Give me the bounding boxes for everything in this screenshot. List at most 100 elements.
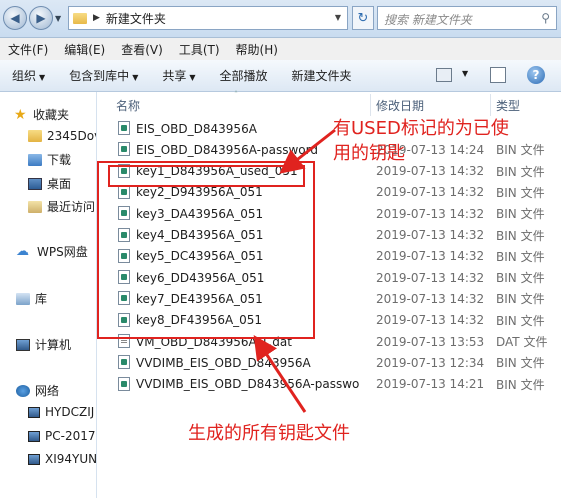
- back-button[interactable]: ◀: [3, 6, 27, 30]
- folder-icon: [28, 130, 42, 142]
- bin-file-icon: [118, 355, 130, 370]
- help-icon[interactable]: ?: [527, 66, 545, 84]
- menu-tools[interactable]: 工具(T): [171, 41, 228, 58]
- share-button[interactable]: 共享 ▼: [150, 67, 207, 84]
- nav-wps-label: WPS网盘: [37, 245, 88, 259]
- view-dropdown-icon[interactable]: ▼: [462, 69, 468, 78]
- file-name: EIS_OBD_D843956A-password: [136, 142, 318, 157]
- file-type: BIN 文件: [496, 164, 545, 179]
- recent-places-icon: [28, 200, 42, 213]
- menu-edit[interactable]: 编辑(E): [56, 41, 113, 58]
- file-type: BIN 文件: [496, 377, 545, 392]
- search-icon: ⚲: [541, 11, 550, 25]
- include-label: 包含到库中: [69, 69, 130, 83]
- share-label: 共享: [162, 69, 187, 83]
- change-view-icon[interactable]: [436, 68, 452, 82]
- file-name: VVDIMB_EIS_OBD_D843956A: [136, 355, 311, 370]
- file-date: 2019-07-13 14:32: [376, 313, 485, 328]
- new-folder-button[interactable]: 新建文件夹: [280, 67, 364, 84]
- sort-arrow-icon: ˄: [234, 90, 238, 99]
- menu-bar: 文件(F) 编辑(E) 查看(V) 工具(T) 帮助(H): [0, 38, 561, 60]
- file-date: 2019-07-13 14:32: [376, 185, 485, 200]
- nav-host[interactable]: XI94YUN: [28, 452, 97, 466]
- file-date: 2019-07-13 14:32: [376, 206, 485, 221]
- column-name-label: 名称: [116, 98, 141, 113]
- chevron-down-icon: ▼: [39, 73, 46, 82]
- nav-item-recent[interactable]: 最近访问: [28, 198, 95, 215]
- nav-network[interactable]: 网络: [16, 382, 59, 399]
- file-type: BIN 文件: [496, 292, 545, 307]
- column-divider[interactable]: [490, 94, 491, 116]
- file-date: 2019-07-13 14:32: [376, 249, 485, 264]
- refresh-button[interactable]: ↻: [352, 6, 374, 30]
- include-in-library-button[interactable]: 包含到库中 ▼: [57, 67, 150, 84]
- bin-file-icon: [118, 142, 130, 157]
- refresh-icon: ↻: [357, 10, 369, 26]
- file-date: 2019-07-13 14:32: [376, 228, 485, 242]
- network-computer-icon: [28, 430, 40, 442]
- play-all-button[interactable]: 全部播放: [208, 67, 280, 84]
- library-icon: [16, 292, 30, 305]
- file-type: BIN 文件: [496, 249, 545, 264]
- path-chevron-icon[interactable]: ▶: [93, 13, 100, 23]
- file-type: BIN 文件: [496, 356, 545, 371]
- all-keys-highlight-box: [97, 161, 315, 339]
- search-input[interactable]: 搜索 新建文件夹 ⚲: [377, 6, 557, 30]
- nav-item-desktop[interactable]: 桌面: [28, 175, 71, 192]
- file-date: 2019-07-13 14:32: [376, 270, 485, 285]
- path-dropdown-icon[interactable]: ▼: [335, 13, 341, 22]
- nav-computer[interactable]: 计算机: [16, 336, 71, 353]
- navigation-pane: ★ 收藏夹 2345Dov 下载 桌面 最近访问 ☁ WPS网盘 库 计算机 网…: [0, 92, 97, 498]
- nav-favorites[interactable]: ★ 收藏夹: [14, 106, 69, 123]
- organize-button[interactable]: 组织 ▼: [0, 67, 57, 84]
- file-name: VVDIMB_EIS_OBD_D843956A-passwo: [136, 377, 360, 392]
- nav-host-label: XI94YUN: [45, 452, 97, 466]
- nav-host-label: HYDCZIJ: [45, 405, 95, 419]
- file-type: BIN 文件: [496, 207, 545, 222]
- column-header-date[interactable]: 修改日期: [376, 92, 486, 118]
- column-type-label: 类型: [496, 98, 521, 113]
- cloud-icon: ☁: [16, 244, 29, 259]
- used-key-note-line1: 有USED标记的为已使: [333, 118, 509, 139]
- file-type: BIN 文件: [496, 313, 545, 328]
- menu-view[interactable]: 查看(V): [113, 41, 171, 58]
- recent-pages-dropdown-icon[interactable]: ▼: [55, 14, 61, 23]
- computer-icon: [16, 338, 30, 351]
- desktop-icon: [28, 177, 42, 190]
- search-placeholder: 搜索 新建文件夹: [384, 13, 472, 27]
- file-date: 2019-07-13 13:53: [376, 334, 485, 349]
- back-arrow-icon: ◀: [10, 11, 20, 25]
- file-row[interactable]: VVDIMB_EIS_OBD_D843956A 2019-07-13 12:34 B…: [98, 352, 561, 373]
- bin-file-icon: [118, 376, 130, 391]
- column-divider[interactable]: [370, 94, 371, 116]
- file-type: BIN 文件: [496, 185, 545, 200]
- nav-item-downloads[interactable]: 下载: [28, 151, 71, 168]
- used-key-highlight-box: [108, 165, 305, 187]
- column-date-label: 修改日期: [376, 98, 425, 113]
- menu-file[interactable]: 文件(F): [0, 41, 56, 58]
- nav-host[interactable]: PC-2017: [28, 429, 95, 443]
- menu-help[interactable]: 帮助(H): [228, 41, 286, 58]
- nav-library[interactable]: 库: [16, 290, 47, 307]
- nav-host[interactable]: HYDCZIJ: [28, 405, 94, 419]
- column-header-type[interactable]: 类型: [496, 92, 556, 118]
- chevron-down-icon: ▼: [132, 73, 139, 82]
- file-type: BIN 文件: [496, 228, 545, 243]
- nav-library-label: 库: [35, 292, 48, 306]
- nav-favorites-label: 收藏夹: [33, 108, 70, 122]
- network-icon: [16, 384, 30, 397]
- star-icon: ★: [14, 106, 27, 123]
- path-box[interactable]: ▶ 新建文件夹 ▼: [68, 6, 348, 30]
- nav-wps[interactable]: ☁ WPS网盘: [16, 243, 88, 260]
- bin-file-icon: [118, 121, 130, 135]
- path-segment[interactable]: 新建文件夹: [106, 10, 166, 27]
- file-row[interactable]: EIS_OBD_D843956A-password 2019-07-13 14:2…: [98, 139, 561, 160]
- nav-network-label: 网络: [35, 384, 60, 398]
- nav-item-2345dov[interactable]: 2345Dov: [28, 129, 96, 143]
- forward-button[interactable]: ▶: [29, 6, 53, 30]
- preview-pane-icon[interactable]: [490, 67, 506, 83]
- address-bar: ◀ ▶ ▼ ▶ 新建文件夹 ▼ ↻ 搜索 新建文件夹 ⚲: [0, 0, 561, 38]
- file-row[interactable]: VVDIMB_EIS_OBD_D843956A-passwo 2019-07-13…: [98, 374, 561, 395]
- all-keys-note: 生成的所有钥匙文件: [188, 423, 350, 444]
- downloads-icon: [28, 153, 42, 166]
